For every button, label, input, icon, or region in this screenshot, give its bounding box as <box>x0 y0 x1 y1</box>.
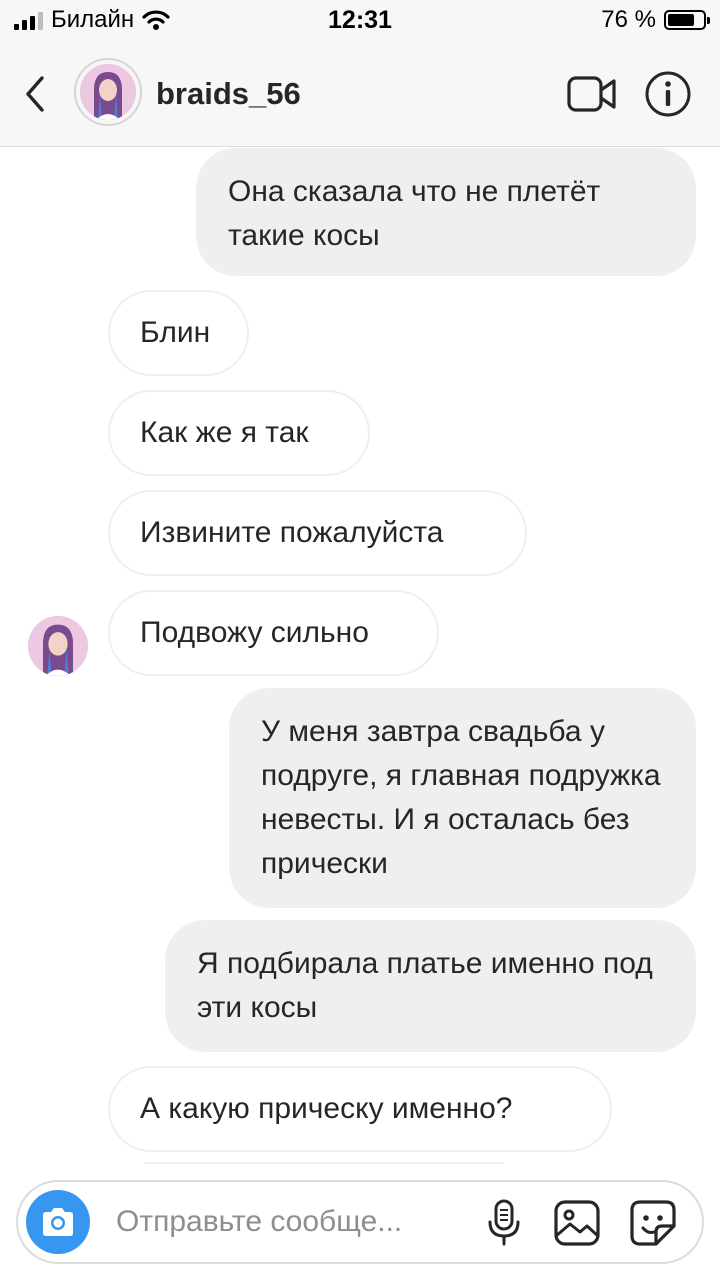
message-input[interactable] <box>116 1200 454 1244</box>
message-incoming[interactable]: Как же я так <box>108 390 370 476</box>
message-composer <box>16 1180 704 1264</box>
video-call-icon[interactable] <box>566 72 618 116</box>
status-right: 76 % <box>601 6 710 34</box>
battery-percent: 76 % <box>601 6 656 33</box>
header-avatar[interactable] <box>74 58 142 126</box>
message-outgoing[interactable]: Она сказала что не плетёт такие косы <box>196 148 696 276</box>
avatar <box>80 64 136 120</box>
message-incoming[interactable]: Подвожу сильно <box>108 590 439 676</box>
camera-icon <box>43 1208 73 1236</box>
chat-header: braids_56 <box>0 42 720 147</box>
chat-username[interactable]: braids_56 <box>156 76 301 112</box>
avatar-image <box>28 616 88 676</box>
battery-icon <box>664 10 710 30</box>
message-outgoing[interactable]: У меня завтра свадьба у подруге, я главн… <box>229 688 696 908</box>
message-incoming[interactable]: Извините пожалуйста <box>108 490 527 576</box>
microphone-icon[interactable] <box>484 1198 524 1246</box>
sticker-icon[interactable] <box>628 1198 678 1248</box>
gallery-icon[interactable] <box>552 1198 602 1248</box>
message-incoming[interactable]: А какую прическу именно? <box>108 1066 612 1152</box>
divider <box>144 1162 504 1164</box>
battery-fill <box>668 14 694 26</box>
message-incoming[interactable]: Блин <box>108 290 249 376</box>
camera-button[interactable] <box>26 1190 90 1254</box>
back-chevron-icon[interactable] <box>16 70 56 118</box>
status-bar: Билайн 12:31 76 % <box>0 0 720 42</box>
info-icon[interactable] <box>644 70 692 118</box>
sender-avatar[interactable] <box>28 616 88 676</box>
message-outgoing[interactable]: Я подбирала платье именно под эти косы <box>165 920 696 1052</box>
avatar-image <box>80 64 136 120</box>
